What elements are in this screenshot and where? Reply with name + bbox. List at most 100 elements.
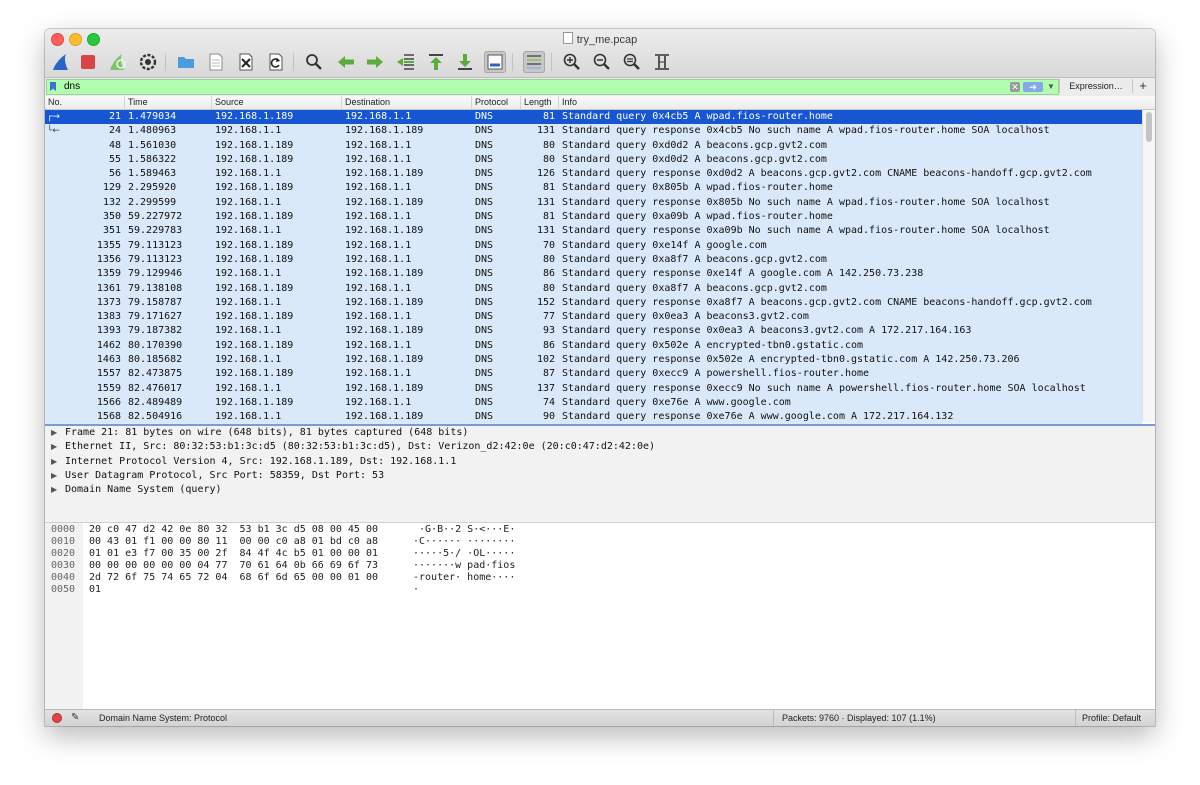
reload-file-button[interactable] <box>265 51 287 73</box>
column-header-time[interactable]: Time <box>125 96 212 109</box>
open-file-button[interactable] <box>175 51 197 73</box>
add-filter-button[interactable]: + <box>1135 78 1151 94</box>
status-profile[interactable]: Profile: Default <box>1075 710 1141 726</box>
cell-protocol: DNS <box>475 296 494 308</box>
packet-row[interactable]: 1568 82.504916 192.168.1.1 192.168.1.189 DNS… <box>45 410 1142 424</box>
packet-row[interactable]: 1356 79.113123 192.168.1.189 192.168.1.1 DNS… <box>45 252 1142 268</box>
packet-row[interactable]: 1355 79.113123 192.168.1.189 192.168.1.1 DNS… <box>45 238 1142 253</box>
shark-fin-icon <box>53 54 68 70</box>
zoom-out-button[interactable] <box>591 51 613 73</box>
save-file-button[interactable] <box>205 51 227 73</box>
apply-filter-icon[interactable]: ➔ <box>1023 82 1043 92</box>
cell-info: Standard query 0xd0d2 A beacons.gcp.gvt2… <box>562 139 827 151</box>
bookmark-icon[interactable] <box>50 82 56 91</box>
restart-capture-button[interactable] <box>107 51 129 73</box>
auto-scroll-icon <box>487 54 503 70</box>
packet-row[interactable]: 56 1.589463 192.168.1.1 192.168.1.189 DNS 126… <box>45 167 1142 182</box>
expand-triangle-icon[interactable]: ▶ <box>51 426 57 440</box>
cell-time: 1.561030 <box>128 139 177 151</box>
column-header-length[interactable]: Length <box>521 96 559 109</box>
cell-time: 1.586322 <box>128 153 177 165</box>
cell-no: 1559 <box>96 382 121 394</box>
packet-row[interactable]: 1359 79.129946 192.168.1.1 192.168.1.189 DNS… <box>45 267 1142 282</box>
zoom-in-button[interactable] <box>561 51 583 73</box>
normal-size-button[interactable] <box>621 51 643 73</box>
cell-protocol: DNS <box>475 153 494 165</box>
cell-destination: 192.168.1.189 <box>345 125 424 137</box>
packet-row[interactable]: 48 1.561030 192.168.1.189 192.168.1.1 DNS 80 S… <box>45 138 1142 153</box>
cell-destination: 192.168.1.189 <box>345 268 424 280</box>
packet-list-scrollbar[interactable] <box>1142 110 1155 422</box>
packet-row[interactable]: 55 1.586322 192.168.1.189 192.168.1.1 DNS 80 S… <box>45 152 1142 168</box>
cell-source: 192.168.1.189 <box>215 339 294 351</box>
first-packet-button[interactable] <box>425 51 447 73</box>
capture-options-button[interactable] <box>137 51 159 73</box>
bytes-ascii: -router· home···· <box>413 572 516 583</box>
cell-source: 192.168.1.189 <box>215 239 294 251</box>
packet-row[interactable]: 1557 82.473875 192.168.1.189 192.168.1.1 DNS… <box>45 367 1142 382</box>
packet-row[interactable]: 1566 82.489489 192.168.1.189 192.168.1.1 DNS… <box>45 395 1142 411</box>
arrow-right-icon <box>367 56 383 68</box>
packet-row[interactable]: 129 2.295920 192.168.1.189 192.168.1.1 DNS 81… <box>45 181 1142 196</box>
packet-details-pane: ▶ Frame 21: 81 bytes on wire (648 bits), … <box>45 426 1155 523</box>
start-capture-button[interactable] <box>50 51 72 73</box>
packet-row[interactable]: 351 59.229783 192.168.1.1 192.168.1.189 DNS 1… <box>45 224 1142 239</box>
packet-row[interactable]: 350 59.227972 192.168.1.189 192.168.1.1 DNS 8… <box>45 210 1142 225</box>
bytes-hex: 2d 72 6f 75 74 65 72 04 68 6f 6d 65 00 0… <box>89 572 378 583</box>
status-bar: ✎ Domain Name System: Protocol Packets: … <box>45 709 1155 726</box>
packet-row[interactable]: 1559 82.476017 192.168.1.1 192.168.1.189 DNS… <box>45 381 1142 396</box>
cell-destination: 192.168.1.1 <box>345 368 412 380</box>
clear-filter-icon[interactable]: ✕ <box>1010 82 1020 92</box>
edit-comment-icon[interactable]: ✎ <box>71 712 79 723</box>
packet-row[interactable]: ┌→ 21 1.479034 192.168.1.189 192.168.1.1 DNS 8… <box>45 110 1142 125</box>
packet-row[interactable]: 1393 79.187382 192.168.1.1 192.168.1.189 DNS… <box>45 324 1142 339</box>
cell-length: 131 <box>536 125 555 137</box>
window-title: try_me.pcap <box>45 32 1155 46</box>
cell-time: 80.185682 <box>128 354 183 366</box>
stop-capture-button[interactable] <box>77 51 99 73</box>
packet-row[interactable]: └← 24 1.480963 192.168.1.1 192.168.1.189 DNS 1… <box>45 124 1142 139</box>
auto-scroll-button[interactable] <box>484 51 506 73</box>
packet-row[interactable]: 1373 79.158787 192.168.1.1 192.168.1.189 DNS… <box>45 295 1142 311</box>
expand-triangle-icon[interactable]: ▶ <box>51 469 57 483</box>
cell-length: 80 <box>542 153 555 165</box>
cell-source: 192.168.1.189 <box>215 311 294 323</box>
expression-button[interactable]: Expression… <box>1059 79 1133 93</box>
bytes-ascii: ·······w pad·fios <box>413 560 516 571</box>
column-header-protocol[interactable]: Protocol <box>472 96 521 109</box>
find-packet-button[interactable] <box>303 51 325 73</box>
cell-protocol: DNS <box>475 325 494 337</box>
column-header-destination[interactable]: Destination <box>342 96 472 109</box>
cell-info: Standard query 0xd0d2 A beacons.gcp.gvt2… <box>562 153 827 165</box>
cell-info: Standard query 0x805b A wpad.fios-router… <box>562 182 833 194</box>
go-to-packet-button[interactable] <box>395 51 417 73</box>
cell-info: Standard query response 0xe14f A google.… <box>562 268 924 280</box>
resize-columns-button[interactable] <box>651 51 673 73</box>
cell-destination: 192.168.1.189 <box>345 296 424 308</box>
packet-row[interactable]: 132 2.299599 192.168.1.1 192.168.1.189 DNS 13… <box>45 195 1142 211</box>
packet-row[interactable]: 1383 79.171627 192.168.1.189 192.168.1.1 DNS… <box>45 310 1142 325</box>
packet-row[interactable]: 1361 79.138108 192.168.1.189 192.168.1.1 DNS… <box>45 281 1142 296</box>
scrollbar-thumb[interactable] <box>1146 112 1152 142</box>
arrow-bottom-icon <box>458 54 472 70</box>
expand-triangle-icon[interactable]: ▶ <box>51 483 57 497</box>
expert-info-icon[interactable] <box>52 713 62 723</box>
cell-length: 137 <box>536 382 555 394</box>
go-back-button[interactable] <box>335 51 357 73</box>
cell-protocol: DNS <box>475 411 494 423</box>
expand-triangle-icon[interactable]: ▶ <box>51 455 57 469</box>
column-header-source[interactable]: Source <box>212 96 342 109</box>
last-packet-button[interactable] <box>454 51 476 73</box>
column-header-no[interactable]: No. <box>45 96 125 109</box>
expand-triangle-icon[interactable]: ▶ <box>51 440 57 454</box>
packet-row[interactable]: 1463 80.185682 192.168.1.1 192.168.1.189 DNS… <box>45 353 1142 368</box>
chevron-down-icon[interactable]: ▼ <box>1047 80 1055 94</box>
packet-row[interactable]: 1462 80.170390 192.168.1.189 192.168.1.1 DNS… <box>45 338 1142 354</box>
colorize-button[interactable] <box>523 51 545 73</box>
column-header-info[interactable]: Info <box>559 96 1155 109</box>
go-forward-button[interactable] <box>364 51 386 73</box>
close-file-button[interactable] <box>235 51 257 73</box>
cell-time: 80.170390 <box>128 339 183 351</box>
cell-info: Standard query 0xe14f A google.com <box>562 239 767 251</box>
display-filter-input[interactable]: dns ✕ ➔ ▼ <box>46 79 1059 95</box>
